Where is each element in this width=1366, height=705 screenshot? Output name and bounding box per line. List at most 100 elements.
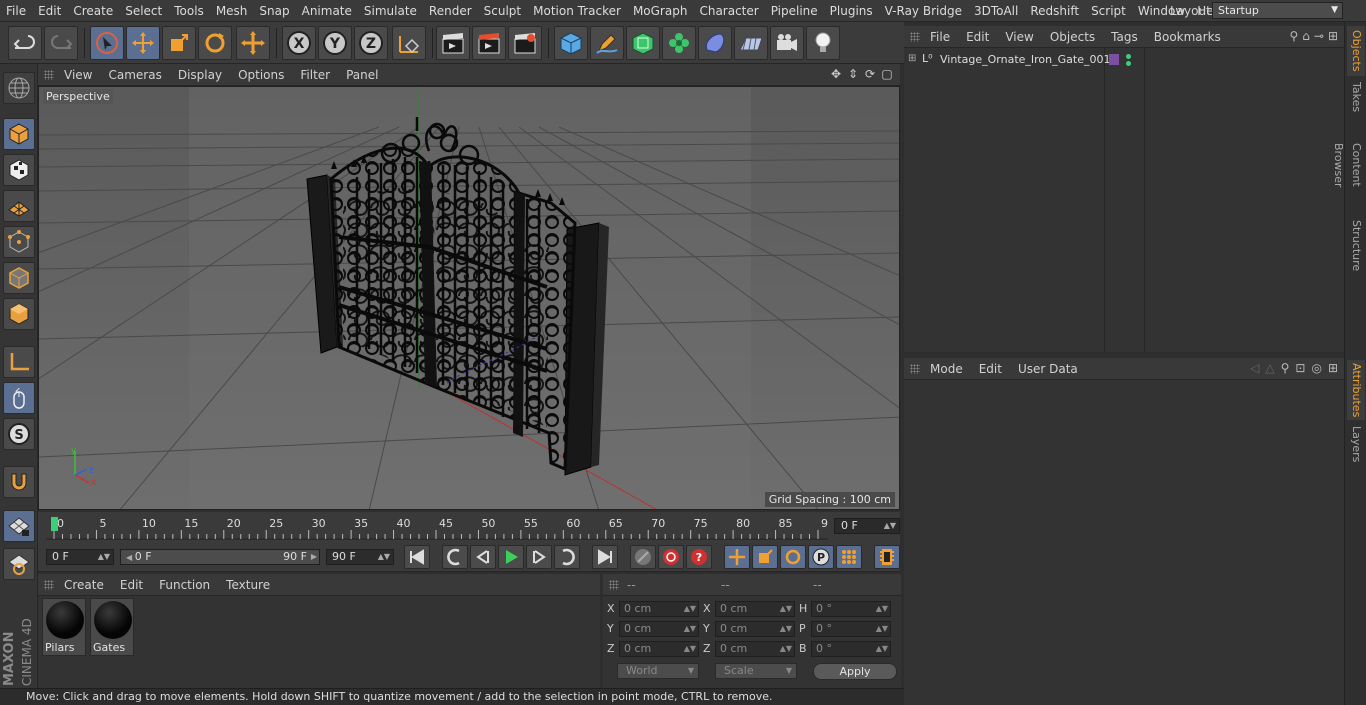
menu-file[interactable]: File bbox=[0, 0, 32, 22]
coordinate-field[interactable]: 0 cm ▲▼ bbox=[715, 641, 795, 657]
menu-sculpt[interactable]: Sculpt bbox=[478, 0, 527, 22]
timeline-ruler[interactable]: 0 5 10 15 20 25 30 35 40 45 50 55 60 65 70 75 80 85 90 0 F… bbox=[38, 512, 900, 542]
z-axis-button[interactable]: Z bbox=[354, 26, 388, 60]
planar-workplane-button[interactable] bbox=[3, 548, 35, 580]
material-tag-icon[interactable] bbox=[1109, 54, 1119, 65]
key-parameter-button[interactable]: P bbox=[808, 545, 834, 569]
render-view-button[interactable] bbox=[436, 26, 470, 60]
object-menu-edit[interactable]: Edit bbox=[958, 26, 997, 48]
menu-character[interactable]: Character bbox=[693, 0, 764, 22]
menu-script[interactable]: Script bbox=[1085, 0, 1132, 22]
subdivision-surface-button[interactable] bbox=[626, 26, 660, 60]
material-swatch[interactable]: Gates bbox=[90, 598, 134, 656]
enable-axis-button[interactable] bbox=[3, 346, 35, 378]
tab-attributes[interactable]: Attributes bbox=[1347, 360, 1365, 420]
points-mode-button[interactable] bbox=[3, 226, 35, 258]
go-to-start-button[interactable] bbox=[404, 545, 430, 569]
camera-button[interactable] bbox=[770, 26, 804, 60]
autokeying-button[interactable]: ? bbox=[686, 545, 712, 569]
grip-handle[interactable] bbox=[910, 363, 920, 374]
grip-handle[interactable] bbox=[44, 69, 54, 80]
locked-workplane-button[interactable] bbox=[3, 510, 35, 542]
object-menu-view[interactable]: View bbox=[997, 26, 1041, 48]
undo-button[interactable] bbox=[8, 26, 42, 60]
material-menu-edit[interactable]: Edit bbox=[112, 574, 151, 596]
menu-render[interactable]: Render bbox=[423, 0, 478, 22]
coordinate-field[interactable]: 0 ° ▲▼ bbox=[811, 601, 891, 617]
coordinate-field[interactable]: 0 ° ▲▼ bbox=[811, 621, 891, 637]
rotate-tool-button[interactable] bbox=[198, 26, 232, 60]
coordinate-field[interactable]: 0 cm ▲▼ bbox=[619, 641, 699, 657]
frame-range-slider[interactable]: ◀ 0 F 90 F ▶ bbox=[120, 549, 320, 565]
viewport-menu-options[interactable]: Options bbox=[230, 64, 292, 86]
menu-v-ray-bridge[interactable]: V-Ray Bridge bbox=[879, 0, 968, 22]
menu-3dtoall[interactable]: 3DToAll bbox=[968, 0, 1024, 22]
menu-select[interactable]: Select bbox=[119, 0, 168, 22]
tab-content-browser[interactable]: Content Browser bbox=[1332, 120, 1365, 210]
pen-spline-button[interactable] bbox=[590, 26, 624, 60]
coordinate-system-button[interactable] bbox=[392, 26, 426, 60]
key-scale-button[interactable] bbox=[752, 545, 778, 569]
end-frame-field[interactable]: 90 F ▲▼ bbox=[326, 549, 394, 565]
back-arrow-icon[interactable]: ◁ bbox=[1250, 361, 1259, 375]
start-frame-field[interactable]: 0 F ▲▼ bbox=[46, 549, 114, 565]
material-menu-function[interactable]: Function bbox=[151, 574, 218, 596]
current-frame-field[interactable]: 0 F ▲▼ bbox=[834, 518, 900, 534]
object-row[interactable]: ⊞ L⁰ Vintage_Ornate_Iron_Gate_001 bbox=[904, 50, 1344, 70]
render-settings-button[interactable] bbox=[508, 26, 542, 60]
coordinate-field[interactable]: 0 cm ▲▼ bbox=[619, 621, 699, 637]
apply-button[interactable]: Apply bbox=[813, 663, 897, 680]
play-button[interactable] bbox=[498, 545, 524, 569]
search-icon[interactable]: ⚲ bbox=[1289, 29, 1298, 43]
menu-motion-tracker[interactable]: Motion Tracker bbox=[527, 0, 627, 22]
make-editable-button[interactable] bbox=[3, 72, 35, 104]
attribute-menu-edit[interactable]: Edit bbox=[971, 358, 1010, 380]
cube-primitive-button[interactable] bbox=[554, 26, 588, 60]
coordinate-field[interactable]: 0 cm ▲▼ bbox=[715, 621, 795, 637]
key-rotation-button[interactable] bbox=[780, 545, 806, 569]
snap-settings-button[interactable]: S bbox=[3, 418, 35, 450]
menu-create[interactable]: Create bbox=[67, 0, 119, 22]
menu-simulate[interactable]: Simulate bbox=[358, 0, 423, 22]
grip-handle[interactable] bbox=[609, 579, 619, 590]
floor-button[interactable] bbox=[734, 26, 768, 60]
grip-handle[interactable] bbox=[910, 31, 920, 42]
perspective-viewport[interactable]: y z x Perspective Grid Spacing : 100 cm bbox=[38, 86, 900, 510]
menu-mograph[interactable]: MoGraph bbox=[627, 0, 694, 22]
next-frame-button[interactable] bbox=[526, 545, 552, 569]
new-window-icon[interactable]: ⊞ bbox=[1328, 29, 1338, 43]
render-visibility-dot[interactable] bbox=[1126, 61, 1131, 66]
material-menu-texture[interactable]: Texture bbox=[218, 574, 278, 596]
texture-mode-button[interactable] bbox=[3, 154, 35, 186]
record-keys-disabled-button[interactable] bbox=[630, 545, 656, 569]
up-arrow-icon[interactable]: △ bbox=[1265, 361, 1274, 375]
key-point-level-button[interactable] bbox=[836, 545, 862, 569]
search-icon[interactable]: ⚲ bbox=[1281, 361, 1290, 375]
pan-icon[interactable]: ✥ bbox=[829, 67, 843, 81]
timeline-scale[interactable]: 0 5 10 15 20 25 30 35 40 45 50 55 60 65 70 75 80 85 90 bbox=[46, 514, 828, 540]
viewport-menu-cameras[interactable]: Cameras bbox=[100, 64, 169, 86]
menu-pipeline[interactable]: Pipeline bbox=[765, 0, 824, 22]
layout-select[interactable]: Startup ▼ bbox=[1212, 2, 1343, 19]
tab-structure[interactable]: Structure bbox=[1347, 218, 1365, 274]
enable-snap-button[interactable] bbox=[3, 466, 35, 498]
editor-visibility-dot[interactable] bbox=[1126, 54, 1131, 59]
grip-handle[interactable] bbox=[44, 579, 54, 590]
record-active-objects-button[interactable] bbox=[658, 545, 684, 569]
live-selection-button[interactable] bbox=[90, 26, 124, 60]
scale-tool-button[interactable] bbox=[162, 26, 196, 60]
render-to-picture-viewer-button[interactable] bbox=[472, 26, 506, 60]
viewport-menu-filter[interactable]: Filter bbox=[292, 64, 338, 86]
home-icon[interactable]: ⌂ bbox=[1302, 29, 1310, 43]
link-icon[interactable]: ⊸ bbox=[1314, 29, 1324, 43]
menu-mesh[interactable]: Mesh bbox=[210, 0, 254, 22]
edges-mode-button[interactable] bbox=[3, 262, 35, 294]
new-window-icon[interactable]: ⊞ bbox=[1328, 361, 1338, 375]
go-to-end-button[interactable] bbox=[592, 545, 618, 569]
key-position-button[interactable] bbox=[724, 545, 750, 569]
menu-edit[interactable]: Edit bbox=[32, 0, 67, 22]
timeline-window-button[interactable] bbox=[874, 545, 900, 569]
coordinate-field[interactable]: 0 cm ▲▼ bbox=[619, 601, 699, 617]
y-axis-button[interactable]: Y bbox=[318, 26, 352, 60]
x-axis-button[interactable]: X bbox=[282, 26, 316, 60]
